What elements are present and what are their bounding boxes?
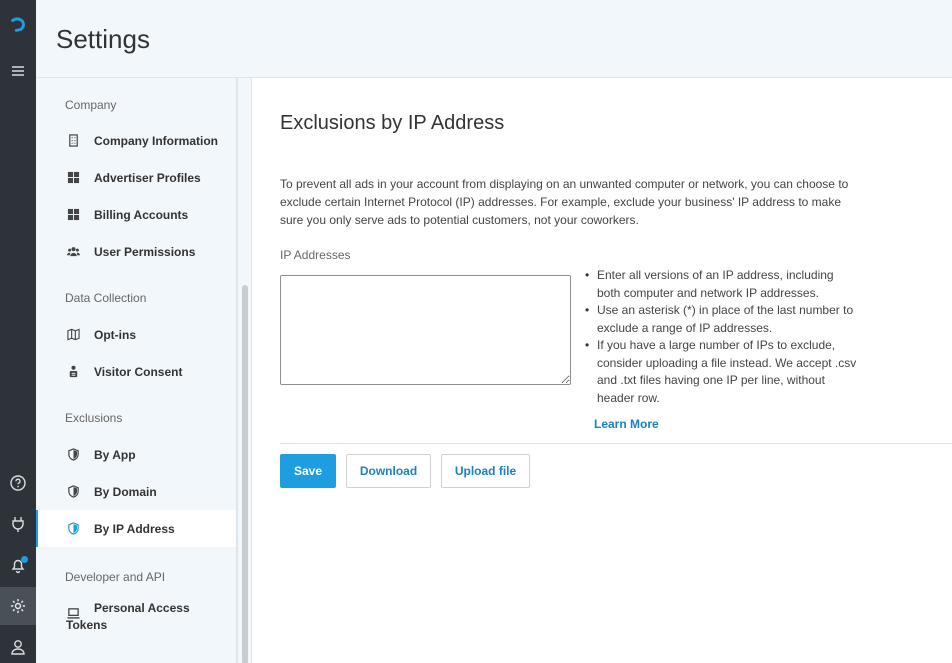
hint-item: Use an asterisk (*) in place of the last… xyxy=(585,302,857,337)
main-content: Exclusions by IP Address To prevent all … xyxy=(252,78,952,663)
page-header: Settings xyxy=(36,0,952,78)
user-account-icon[interactable] xyxy=(0,628,36,663)
save-button[interactable]: Save xyxy=(280,454,336,488)
nav-section-exclusions: Exclusions xyxy=(65,411,123,425)
upload-file-button[interactable]: Upload file xyxy=(441,454,530,488)
shield-icon xyxy=(66,522,80,536)
nav-item-by-ip-address[interactable]: By IP Address xyxy=(36,510,236,547)
nav-section-company: Company xyxy=(65,98,117,112)
nav-item-label: User Permissions xyxy=(94,244,196,259)
nav-item-label: Company Information xyxy=(94,133,219,148)
hint-item: Enter all versions of an IP address, inc… xyxy=(585,267,857,302)
ip-addresses-input[interactable] xyxy=(280,275,571,385)
nav-item-advertiser-profiles[interactable]: Advertiser Profiles xyxy=(36,159,236,196)
plug-icon[interactable] xyxy=(0,505,36,543)
nav-item-company-information[interactable]: Company Information xyxy=(36,122,236,159)
nav-item-by-app[interactable]: By App xyxy=(36,436,236,473)
nav-item-label: By Domain xyxy=(94,484,157,499)
learn-more-link[interactable]: Learn More xyxy=(594,417,659,431)
nav-item-label-line2: Tokens xyxy=(66,618,108,632)
bell-icon[interactable] xyxy=(0,546,36,584)
person-lock-icon xyxy=(66,365,80,379)
nav-item-label: Billing Accounts xyxy=(94,207,189,222)
shield-icon xyxy=(66,485,80,499)
nav-item-label: Personal Access xyxy=(94,601,190,615)
divider xyxy=(280,443,952,444)
nav-item-personal-access-tokens[interactable]: Personal Access Tokens xyxy=(36,600,236,648)
description-text: To prevent all ads in your account from … xyxy=(280,177,849,227)
settings-gear-icon[interactable] xyxy=(0,587,36,625)
nav-item-label: By IP Address xyxy=(94,521,175,536)
users-icon xyxy=(66,245,80,259)
ip-hints-list: Enter all versions of an IP address, inc… xyxy=(585,267,857,407)
ip-addresses-label: IP Addresses xyxy=(280,248,351,262)
nav-scrollbar[interactable] xyxy=(237,78,252,663)
nav-item-label: Advertiser Profiles xyxy=(94,170,201,185)
nav-item-billing-accounts[interactable]: Billing Accounts xyxy=(36,196,236,233)
logo-icon[interactable] xyxy=(0,6,36,44)
notification-dot xyxy=(21,556,28,563)
nav-section-data-collection: Data Collection xyxy=(65,291,147,305)
app-rail xyxy=(0,0,36,663)
nav-item-label: Visitor Consent xyxy=(94,364,183,379)
shield-icon xyxy=(66,448,80,462)
nav-item-label: Opt-ins xyxy=(94,327,136,342)
nav-section-developer-api: Developer and API xyxy=(65,570,166,584)
download-button[interactable]: Download xyxy=(346,454,431,488)
help-icon[interactable] xyxy=(0,464,36,502)
map-icon xyxy=(66,328,80,342)
nav-scrollbar-thumb[interactable] xyxy=(242,285,248,663)
hint-item: If you have a large number of IPs to exc… xyxy=(585,337,857,407)
page-title: Settings xyxy=(56,24,150,54)
nav-item-label: By App xyxy=(94,447,136,462)
grid-icon xyxy=(66,171,80,185)
menu-icon[interactable] xyxy=(0,52,36,90)
grid-icon xyxy=(66,208,80,222)
nav-item-by-domain[interactable]: By Domain xyxy=(36,473,236,510)
section-title: Exclusions by IP Address xyxy=(280,112,505,134)
nav-item-user-permissions[interactable]: User Permissions xyxy=(36,233,236,270)
settings-nav: Company Company Information Advertiser P… xyxy=(36,78,237,663)
nav-item-visitor-consent[interactable]: Visitor Consent xyxy=(36,353,236,390)
nav-item-opt-ins[interactable]: Opt-ins xyxy=(36,316,236,353)
building-icon xyxy=(66,134,80,148)
